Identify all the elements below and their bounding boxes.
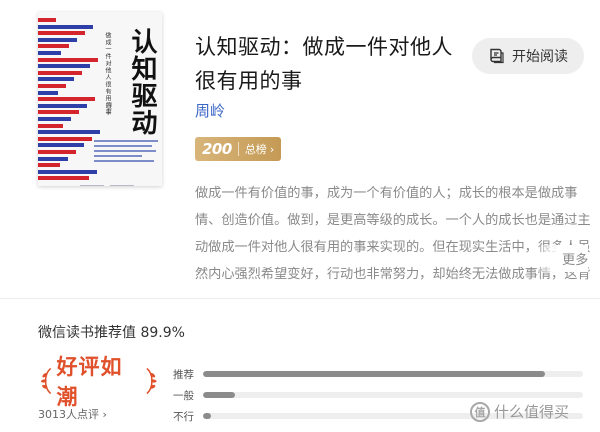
cover-stripe	[38, 44, 69, 49]
rating-bar-fill	[203, 413, 211, 419]
cover-stripe	[38, 24, 93, 29]
cover-stripe	[38, 156, 68, 161]
cover-stripe	[38, 77, 74, 82]
cover-stripe	[38, 64, 90, 69]
book-cover[interactable]: 做成一件对他人很有用的事 认知驱动 周岭	[38, 12, 162, 186]
rank-label: 总榜	[244, 143, 267, 156]
rating-bar-label: 不行	[173, 410, 194, 423]
site-watermark: 值 什么值得买	[470, 401, 569, 422]
laurel-left-icon	[40, 367, 52, 395]
cover-stripe	[38, 97, 95, 102]
cover-stripe	[38, 163, 60, 168]
cover-stripe	[38, 117, 71, 121]
watermark-logo-icon: 值	[470, 401, 490, 422]
cover-stripe	[38, 51, 61, 55]
cover-stripe	[38, 31, 85, 36]
cover-stripe	[38, 103, 87, 108]
cover-blurb	[94, 140, 158, 165]
cover-stripe	[38, 70, 82, 75]
chevron-right-icon: ›	[102, 408, 107, 421]
rating-bar-label: 推荐	[173, 368, 194, 381]
cover-title: 认知驱动	[127, 28, 157, 136]
cover-stripe	[38, 18, 56, 22]
rating-bar-label: 一般	[173, 389, 194, 402]
start-reading-label: 开始阅读	[512, 49, 568, 65]
section-divider	[0, 298, 600, 299]
cover-stripe	[38, 90, 58, 95]
review-count: 3013人点评	[38, 408, 99, 421]
cover-stripe	[38, 84, 66, 88]
cover-stripe	[38, 130, 100, 135]
recommendation-value: 微信读书推荐值 89.9%	[38, 325, 185, 341]
book-title: 认知驱动：做成一件对他人很有用的事	[195, 35, 453, 93]
rating-bar-track	[203, 371, 583, 377]
cover-stripe	[38, 37, 77, 42]
cover-stripe	[38, 123, 63, 128]
cover-stripe	[38, 136, 92, 141]
cover-stripe	[38, 110, 79, 115]
more-wrap: 更多	[534, 245, 589, 272]
laurel-right-icon	[146, 367, 158, 395]
review-count-link[interactable]: 3013人点评 ›	[38, 406, 107, 422]
book-reading-icon	[490, 48, 504, 64]
cover-stripe	[38, 57, 98, 62]
rank-number: 200	[202, 140, 232, 158]
award-badge: 好评如潮	[40, 355, 158, 409]
rating-bar-average: 一般	[173, 388, 583, 402]
more-link[interactable]: 更多	[562, 249, 588, 268]
start-reading-button[interactable]: 开始阅读	[472, 38, 584, 74]
rating-bar-fill	[203, 392, 236, 398]
award-text: 好评如潮	[56, 355, 123, 409]
badge-separator	[237, 142, 239, 156]
watermark-text: 什么值得买	[494, 403, 570, 421]
rating-bar-fill	[203, 371, 545, 377]
cover-stripe	[38, 143, 84, 148]
book-author[interactable]: 周岭	[195, 100, 225, 121]
cover-stripe	[38, 150, 76, 154]
rating-bar-track	[203, 392, 583, 398]
cover-author: 周岭	[106, 102, 112, 112]
rank-badge[interactable]: 200 总榜 ›	[195, 137, 281, 161]
cover-publisher-logos	[80, 174, 160, 186]
rating-bar-recommend: 推荐	[173, 367, 583, 381]
chevron-right-icon: ›	[269, 142, 275, 156]
